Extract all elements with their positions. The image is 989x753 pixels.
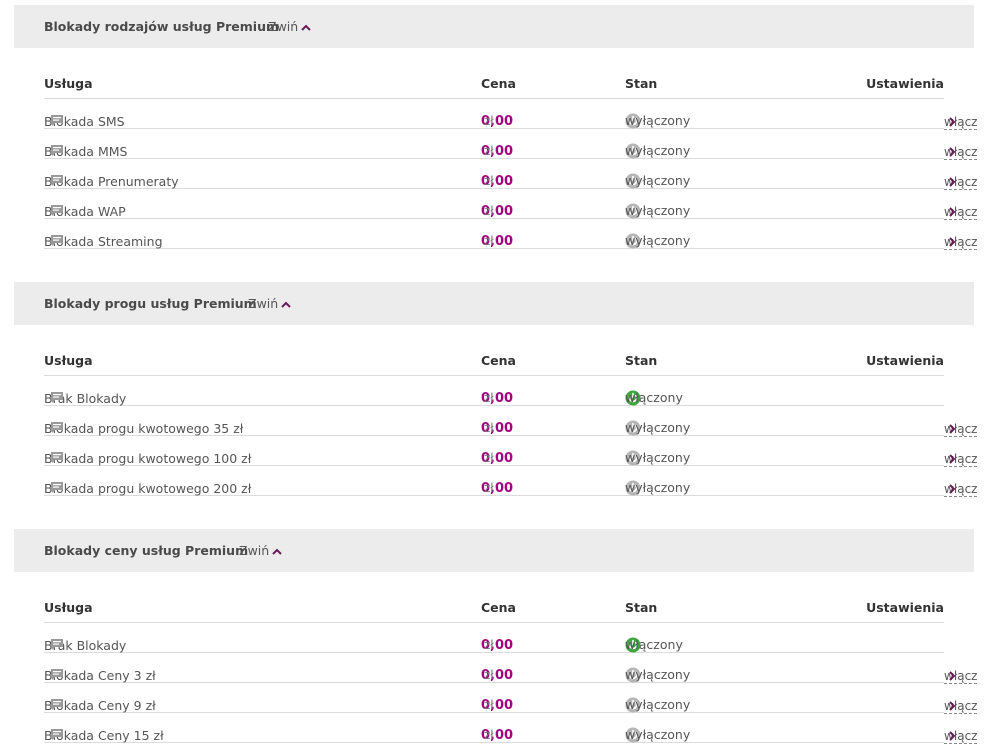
table-row: Brak Blokady 0,00 zł włączony (44, 623, 944, 653)
price-currency: zł (484, 144, 494, 158)
comment-icon[interactable] (50, 114, 64, 130)
comment-icon[interactable] (50, 698, 64, 714)
table-header: Usługa Cena Stan Ustawienia (44, 345, 944, 376)
column-state: Stan (625, 76, 658, 91)
column-state: Stan (625, 600, 658, 615)
column-service: Usługa (44, 353, 93, 368)
column-state: Stan (625, 353, 658, 368)
price-currency: zł (484, 421, 494, 435)
price-currency: zł (484, 481, 494, 495)
price-currency: zł (484, 114, 494, 128)
section-title: Blokady progu usług Premium (44, 296, 257, 311)
price-currency: zł (484, 174, 494, 188)
comment-icon[interactable] (50, 451, 64, 467)
comment-icon[interactable] (50, 234, 64, 250)
chevron-right-icon (949, 699, 956, 714)
collapse-label: Zwiń (239, 543, 270, 558)
section-header: Blokady ceny usług Premium Zwiń (14, 529, 974, 572)
comment-icon[interactable] (50, 728, 64, 744)
price-currency: zł (484, 234, 494, 248)
table-row: Blokada progu kwotowego 200 zł 0,00 zł wyłą… (44, 466, 978, 497)
collapse-label: Zwiń (268, 19, 299, 34)
chevron-up-icon (298, 19, 311, 34)
state-label: włączony (625, 637, 683, 652)
comment-icon[interactable] (50, 174, 64, 190)
table-row: Blokada WAP 0,00 zł wyłączony włącz (44, 189, 978, 220)
state-label: wyłączony (625, 233, 691, 248)
column-price: Cena (481, 353, 516, 368)
chevron-right-icon (949, 235, 956, 250)
comment-icon[interactable] (50, 481, 64, 497)
collapse-toggle[interactable]: Zwiń (248, 296, 291, 311)
comment-icon[interactable] (50, 144, 64, 160)
column-settings: Ustawienia (866, 600, 944, 615)
state-label: wyłączony (625, 203, 691, 218)
price-currency: zł (484, 638, 494, 652)
state-label: wyłączony (625, 450, 691, 465)
chevron-right-icon (949, 145, 956, 160)
table-row: Blokada Streaming 0,00 zł wyłączony włącz (44, 219, 978, 250)
collapse-toggle[interactable]: Zwiń (239, 543, 282, 558)
section-title: Blokady rodzajów usług Premium (44, 19, 279, 34)
table-row: Blokada Ceny 9 zł 0,00 zł wyłączony włącz (44, 683, 978, 714)
price-currency: zł (484, 698, 494, 712)
column-service: Usługa (44, 600, 93, 615)
state-label: wyłączony (625, 667, 691, 682)
table-row: Blokada Prenumeraty 0,00 zł wyłączony włącz (44, 159, 978, 190)
price-currency: zł (484, 668, 494, 682)
comment-icon[interactable] (50, 391, 64, 407)
table-row: Blokada progu kwotowego 35 zł 0,00 zł wyłąc… (44, 406, 978, 437)
table-header: Usługa Cena Stan Ustawienia (44, 592, 944, 623)
chevron-right-icon (949, 452, 956, 467)
price-currency: zł (484, 204, 494, 218)
table-row: Blokada Ceny 15 zł 0,00 zł wyłączony włącz (44, 713, 978, 744)
comment-icon[interactable] (50, 421, 64, 437)
state-label: wyłączony (625, 420, 691, 435)
collapse-toggle[interactable]: Zwiń (268, 19, 311, 34)
chevron-right-icon (949, 729, 956, 744)
service-name: Blokada progu kwotowego 200 zł (44, 481, 252, 496)
chevron-right-icon (949, 115, 956, 130)
column-price: Cena (481, 600, 516, 615)
service-name: Blokada progu kwotowego 35 zł (44, 421, 244, 436)
column-service: Usługa (44, 76, 93, 91)
column-price: Cena (481, 76, 516, 91)
section-header: Blokady progu usług Premium Zwiń (14, 282, 974, 325)
table-row: Blokada Ceny 3 zł 0,00 zł wyłączony włącz (44, 653, 978, 684)
comment-icon[interactable] (50, 668, 64, 684)
section-title: Blokady ceny usług Premium (44, 543, 249, 558)
state-label: wyłączony (625, 697, 691, 712)
price-currency: zł (484, 451, 494, 465)
price-currency: zł (484, 728, 494, 742)
table-row: Blokada MMS 0,00 zł wyłączony włącz (44, 129, 978, 160)
comment-icon[interactable] (50, 204, 64, 220)
column-settings: Ustawienia (866, 76, 944, 91)
state-label: wyłączony (625, 113, 691, 128)
table-row: Blokada progu kwotowego 100 zł 0,00 zł wyłą… (44, 436, 978, 467)
chevron-right-icon (949, 422, 956, 437)
chevron-up-icon (269, 543, 282, 558)
chevron-right-icon (949, 669, 956, 684)
service-name: Blokada progu kwotowego 100 zł (44, 451, 252, 466)
state-label: wyłączony (625, 727, 691, 742)
chevron-up-icon (278, 296, 291, 311)
table-row: Blokada SMS 0,00 zł wyłączony włącz (44, 99, 978, 130)
state-label: wyłączony (625, 480, 691, 495)
chevron-right-icon (949, 205, 956, 220)
chevron-right-icon (949, 482, 956, 497)
service-name: Blokada Prenumeraty (44, 174, 179, 189)
table-header: Usługa Cena Stan Ustawienia (44, 68, 944, 99)
state-label: włączony (625, 390, 683, 405)
state-label: wyłączony (625, 143, 691, 158)
table-row: Brak Blokady 0,00 zł włączony (44, 376, 944, 406)
column-settings: Ustawienia (866, 353, 944, 368)
collapse-label: Zwiń (248, 296, 279, 311)
chevron-right-icon (949, 175, 956, 190)
state-label: wyłączony (625, 173, 691, 188)
price-currency: zł (484, 391, 494, 405)
section-header: Blokady rodzajów usług Premium Zwiń (14, 5, 974, 48)
comment-icon[interactable] (50, 638, 64, 654)
